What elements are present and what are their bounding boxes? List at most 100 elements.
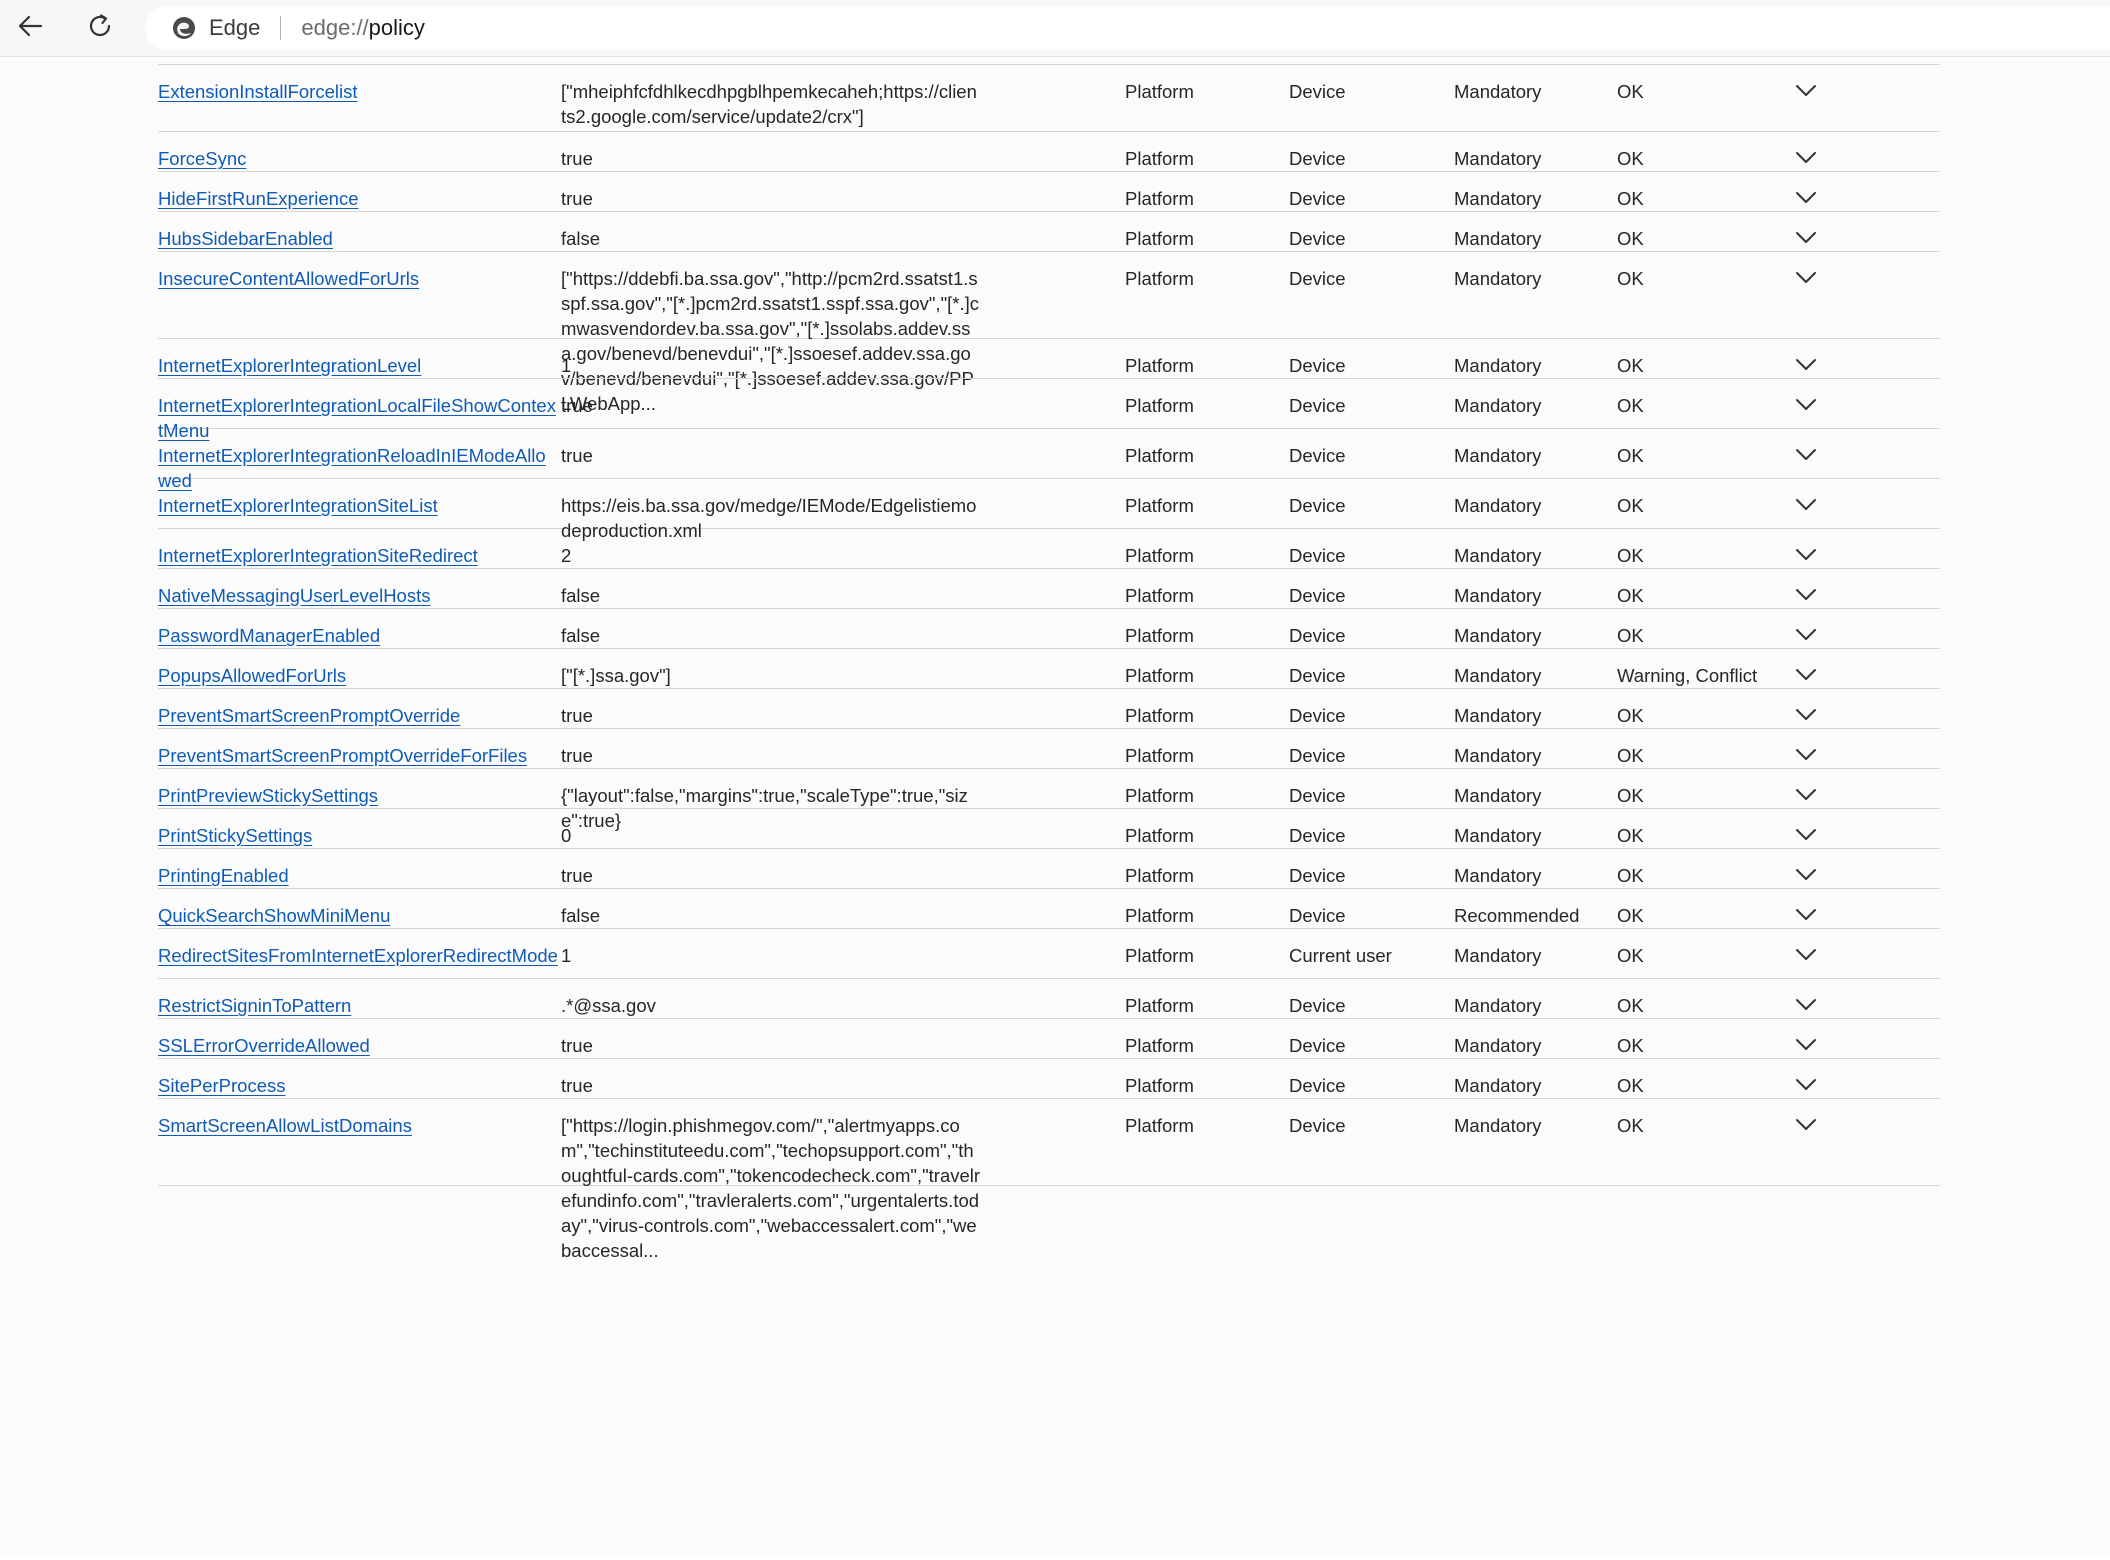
policy-source: Platform: [1125, 445, 1194, 466]
policy-scope: Device: [1289, 905, 1346, 926]
expand-row-button[interactable]: [1790, 351, 1822, 379]
expand-row-button[interactable]: [1790, 941, 1822, 969]
expand-row-button[interactable]: [1790, 821, 1822, 849]
chevron-down-icon: [1795, 543, 1817, 568]
policy-row: RedirectSitesFromInternetExplorerRedirec…: [158, 929, 1940, 979]
chevron-down-icon: [1795, 226, 1817, 251]
policy-scope: Device: [1289, 1035, 1346, 1056]
policy-value: 2: [561, 545, 572, 566]
policy-source: Platform: [1125, 905, 1194, 926]
policy-table: ExtensionInstallForcelist ["mheiphfcfdhlk…: [158, 64, 1940, 1261]
expand-row-button[interactable]: [1790, 144, 1822, 172]
policy-row: InternetExplorerIntegrationReloadInIEMod…: [158, 429, 1940, 491]
policy-level: Mandatory: [1454, 268, 1542, 289]
policy-value: false: [561, 585, 601, 606]
chevron-down-icon: [1795, 663, 1817, 688]
expand-row-button[interactable]: [1790, 581, 1822, 609]
policy-value: 1: [561, 355, 572, 376]
policy-source: Platform: [1125, 1115, 1194, 1136]
policy-level: Mandatory: [1454, 585, 1542, 606]
chevron-down-icon: [1795, 623, 1817, 648]
policy-name-link[interactable]: RedirectSitesFromInternetExplorerRedirec…: [158, 943, 558, 974]
policy-name-link[interactable]: InternetExplorerIntegrationSiteList: [158, 493, 558, 524]
chevron-down-icon: [1795, 943, 1817, 968]
policy-source: Platform: [1125, 995, 1194, 1016]
policy-value: ["mheiphfcfdhlkecdhpgblhpemkecaheh;https…: [561, 81, 977, 127]
reload-button[interactable]: [78, 8, 122, 48]
policy-scope: Device: [1289, 268, 1346, 289]
policy-scope: Device: [1289, 785, 1346, 806]
url-scheme: edge://: [301, 15, 369, 40]
policy-value: 1: [561, 945, 572, 966]
expand-row-button[interactable]: [1790, 661, 1822, 689]
expand-row-button[interactable]: [1790, 1111, 1822, 1139]
policy-status: OK: [1617, 785, 1644, 806]
expand-row-button[interactable]: [1790, 1031, 1822, 1059]
expand-row-button[interactable]: [1790, 741, 1822, 769]
policy-value: true: [561, 395, 593, 416]
policy-source: Platform: [1125, 268, 1194, 289]
expand-row-button[interactable]: [1790, 184, 1822, 212]
back-button[interactable]: [8, 8, 52, 48]
policy-scope: Current user: [1289, 945, 1392, 966]
policy-level: Mandatory: [1454, 625, 1542, 646]
expand-row-button[interactable]: [1790, 224, 1822, 252]
policy-level: Mandatory: [1454, 1035, 1542, 1056]
policy-scope: Device: [1289, 355, 1346, 376]
policy-source: Platform: [1125, 395, 1194, 416]
policy-value: true: [561, 1035, 593, 1056]
expand-row-button[interactable]: [1790, 264, 1822, 292]
policy-status: OK: [1617, 945, 1644, 966]
expand-row-button[interactable]: [1790, 77, 1822, 105]
expand-row-button[interactable]: [1790, 1071, 1822, 1099]
expand-row-button[interactable]: [1790, 781, 1822, 809]
policy-source: Platform: [1125, 745, 1194, 766]
policy-level: Mandatory: [1454, 148, 1542, 169]
expand-row-button[interactable]: [1790, 861, 1822, 889]
policy-value: 0: [561, 825, 572, 846]
policy-source: Platform: [1125, 825, 1194, 846]
policy-page: ExtensionInstallForcelist ["mheiphfcfdhlk…: [0, 57, 2110, 1557]
policy-status: OK: [1617, 1035, 1644, 1056]
policy-name-link[interactable]: InsecureContentAllowedForUrls: [158, 266, 558, 297]
policy-row: PopupsAllowedForUrls ["[*.]ssa.gov"] Platf…: [158, 649, 1940, 689]
address-bar[interactable]: Edge edge:// policy: [145, 6, 2110, 50]
policy-status: OK: [1617, 188, 1644, 209]
policy-scope: Device: [1289, 825, 1346, 846]
edge-logo-icon: [171, 15, 197, 41]
policy-source: Platform: [1125, 545, 1194, 566]
expand-row-button[interactable]: [1790, 991, 1822, 1019]
chevron-down-icon: [1795, 863, 1817, 888]
policy-name-link[interactable]: SmartScreenAllowListDomains: [158, 1113, 558, 1144]
policy-level: Mandatory: [1454, 865, 1542, 886]
policy-level: Mandatory: [1454, 188, 1542, 209]
policy-status: OK: [1617, 825, 1644, 846]
policy-level: Mandatory: [1454, 1075, 1542, 1096]
chevron-down-icon: [1795, 1113, 1817, 1138]
expand-row-button[interactable]: [1790, 701, 1822, 729]
policy-value: true: [561, 705, 593, 726]
policy-scope: Device: [1289, 995, 1346, 1016]
policy-row: InternetExplorerIntegrationLevel 1 Platfor…: [158, 339, 1940, 379]
policy-scope: Device: [1289, 1075, 1346, 1096]
expand-row-button[interactable]: [1790, 441, 1822, 469]
policy-status: OK: [1617, 81, 1644, 102]
policy-row: SitePerProcess true Platform Device Mandator…: [158, 1059, 1940, 1099]
policy-row: InsecureContentAllowedForUrls ["https://d…: [158, 252, 1940, 414]
policy-scope: Device: [1289, 395, 1346, 416]
chevron-down-icon: [1795, 79, 1817, 104]
expand-row-button[interactable]: [1790, 541, 1822, 569]
expand-row-button[interactable]: [1790, 391, 1822, 419]
expand-row-button[interactable]: [1790, 621, 1822, 649]
policy-row: InternetExplorerIntegrationSiteRedirect 2…: [158, 529, 1940, 569]
policy-name-link[interactable]: ExtensionInstallForcelist: [158, 79, 558, 110]
policy-level: Mandatory: [1454, 81, 1542, 102]
policy-level: Mandatory: [1454, 995, 1542, 1016]
expand-row-button[interactable]: [1790, 491, 1822, 519]
policy-source: Platform: [1125, 945, 1194, 966]
policy-value: false: [561, 625, 601, 646]
expand-row-button[interactable]: [1790, 901, 1822, 929]
policy-status: OK: [1617, 268, 1644, 289]
policy-row: HideFirstRunExperience true Platform Device…: [158, 172, 1940, 212]
policy-status: OK: [1617, 395, 1644, 416]
